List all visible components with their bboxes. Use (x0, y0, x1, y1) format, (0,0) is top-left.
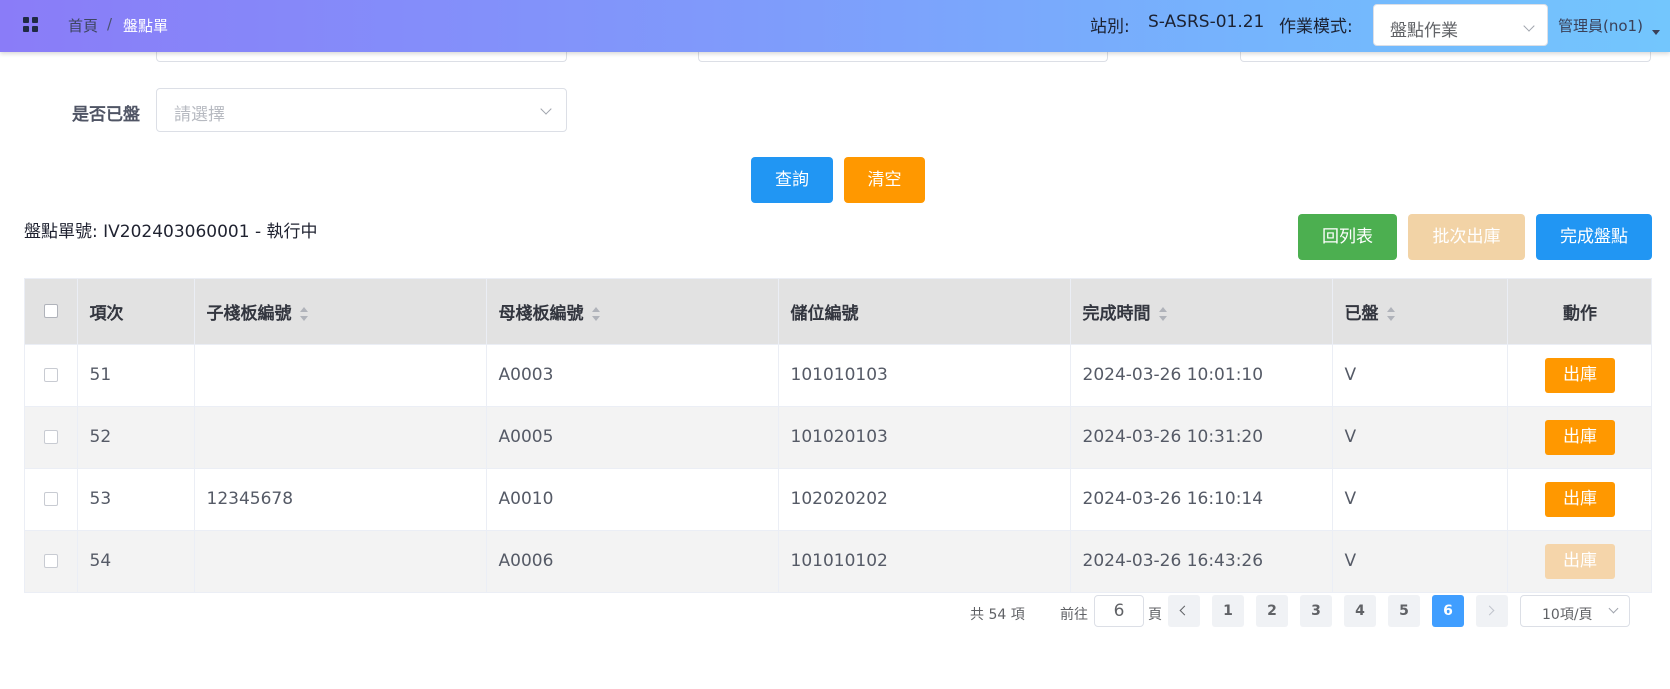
pagination-prev-button[interactable] (1168, 595, 1200, 627)
cell-location: 102020202 (778, 468, 1071, 531)
cell-parent-pallet: A0003 (486, 344, 779, 407)
cell-location: 101010102 (778, 530, 1071, 592)
pagination-next-button[interactable] (1476, 595, 1508, 627)
page-size-select[interactable]: 10項/頁 (1520, 595, 1630, 627)
counted-filter-select[interactable]: 請選擇 (156, 88, 567, 132)
cell-finish-time: 2024-03-26 16:43:26 (1070, 530, 1333, 592)
cell-counted: V (1332, 344, 1508, 407)
pagination-goto-input[interactable]: 6 (1094, 595, 1144, 627)
select-all-checkbox[interactable] (43, 304, 58, 319)
out-button[interactable]: 出庫 (1545, 357, 1615, 393)
pagination-page-2[interactable]: 2 (1256, 595, 1288, 627)
col-child-pallet-label: 子棧板編號 (206, 303, 292, 324)
cell-finish-time: 2024-03-26 10:31:20 (1070, 406, 1333, 469)
col-finish-time[interactable]: 完成時間 (1070, 279, 1333, 345)
query-button[interactable]: 查詢 (751, 157, 833, 203)
chevron-down-icon (1608, 603, 1619, 614)
sort-icon[interactable] (299, 306, 308, 321)
pagination-total: 共 54 項 (970, 607, 1025, 623)
order-number: 盤點單號: IV202403060001 - 執行中 (24, 222, 318, 242)
top-header: 首頁 / 盤點單 站別: S-ASRS-01.21 作業模式: 盤點作業 管理員… (0, 0, 1670, 52)
station-value: S-ASRS-01.21 (1148, 12, 1265, 32)
clear-button[interactable]: 清空 (844, 157, 925, 203)
finish-count-button[interactable]: 完成盤點 (1536, 214, 1652, 260)
col-parent-pallet[interactable]: 母棧板編號 (486, 279, 779, 345)
sort-icon[interactable] (1386, 306, 1395, 321)
col-child-pallet[interactable]: 子棧板編號 (194, 279, 487, 345)
row-checkbox[interactable] (43, 368, 58, 382)
inventory-table: 項次 子棧板編號 母棧板編號 儲位編號 完成時間 已盤 動作 51 A0003 … (24, 278, 1652, 593)
mode-select[interactable]: 盤點作業 (1373, 4, 1548, 46)
cell-counted: V (1332, 406, 1508, 469)
out-button[interactable]: 出庫 (1545, 543, 1615, 579)
cell-parent-pallet: A0005 (486, 406, 779, 469)
col-location: 儲位編號 (778, 279, 1071, 345)
sort-icon[interactable] (591, 306, 600, 321)
col-seq: 項次 (77, 279, 195, 345)
col-finish-time-label: 完成時間 (1082, 303, 1151, 324)
pagination-page-1[interactable]: 1 (1212, 595, 1244, 627)
cell-seq: 53 (77, 468, 195, 531)
breadcrumb-home[interactable]: 首頁 (68, 15, 98, 36)
col-counted[interactable]: 已盤 (1332, 279, 1508, 345)
pagination-goto-label: 前往 (1060, 607, 1088, 623)
cell-parent-pallet: A0006 (486, 530, 779, 592)
row-checkbox[interactable] (43, 430, 58, 444)
table-row: 51 A0003 101010103 2024-03-26 10:01:10 V… (25, 344, 1651, 407)
mode-label: 作業模式: (1279, 17, 1353, 37)
chevron-down-icon (1523, 20, 1535, 32)
col-counted-label: 已盤 (1344, 303, 1379, 324)
chevron-down-icon (540, 103, 552, 115)
mode-select-value: 盤點作業 (1390, 21, 1458, 41)
chevron-left-icon (1179, 605, 1190, 616)
breadcrumb-current: 盤點單 (123, 17, 169, 35)
counted-filter-label: 是否已盤 (72, 105, 140, 125)
cell-counted: V (1332, 530, 1508, 592)
station-label: 站別: (1090, 17, 1130, 37)
table-row: 54 A0006 101010102 2024-03-26 16:43:26 V… (25, 530, 1651, 592)
table-row: 53 12345678 A0010 102020202 2024-03-26 1… (25, 468, 1651, 531)
select-all-cell (25, 279, 78, 345)
pagination-page-unit: 頁 (1148, 607, 1162, 623)
cell-finish-time: 2024-03-26 16:10:14 (1070, 468, 1333, 531)
chevron-right-icon (1484, 605, 1495, 616)
cell-seq: 52 (77, 406, 195, 469)
page-size-value: 10項/頁 (1542, 607, 1593, 623)
out-button[interactable]: 出庫 (1545, 481, 1615, 517)
cell-child-pallet (194, 530, 487, 592)
cell-location: 101010103 (778, 344, 1071, 407)
cell-child-pallet: 12345678 (194, 468, 487, 531)
pagination-page-5[interactable]: 5 (1388, 595, 1420, 627)
table-row: 52 A0005 101020103 2024-03-26 10:31:20 V… (25, 406, 1651, 469)
pagination-page-4[interactable]: 4 (1344, 595, 1376, 627)
back-to-list-button[interactable]: 回列表 (1298, 214, 1397, 260)
cell-child-pallet (194, 406, 487, 469)
counted-filter-placeholder: 請選擇 (174, 105, 225, 125)
col-parent-pallet-label: 母棧板編號 (498, 303, 584, 324)
user-menu[interactable]: 管理員(no1) (1558, 15, 1643, 36)
cell-seq: 54 (77, 530, 195, 592)
cell-location: 101020103 (778, 406, 1071, 469)
row-checkbox[interactable] (43, 554, 58, 568)
batch-out-button[interactable]: 批次出庫 (1408, 214, 1525, 260)
cell-counted: V (1332, 468, 1508, 531)
menu-grid-icon[interactable] (23, 17, 39, 33)
col-action: 動作 (1507, 279, 1651, 345)
breadcrumb-separator: / (107, 15, 113, 33)
cell-child-pallet (194, 344, 487, 407)
sort-icon[interactable] (1158, 306, 1167, 321)
pagination-page-3[interactable]: 3 (1300, 595, 1332, 627)
cell-seq: 51 (77, 344, 195, 407)
cell-parent-pallet: A0010 (486, 468, 779, 531)
row-checkbox[interactable] (43, 492, 58, 506)
out-button[interactable]: 出庫 (1545, 419, 1615, 455)
pagination-page-6[interactable]: 6 (1432, 595, 1464, 627)
table-header-row: 項次 子棧板編號 母棧板編號 儲位編號 完成時間 已盤 動作 (25, 279, 1651, 345)
caret-down-icon[interactable] (1652, 30, 1660, 35)
cell-finish-time: 2024-03-26 10:01:10 (1070, 344, 1333, 407)
